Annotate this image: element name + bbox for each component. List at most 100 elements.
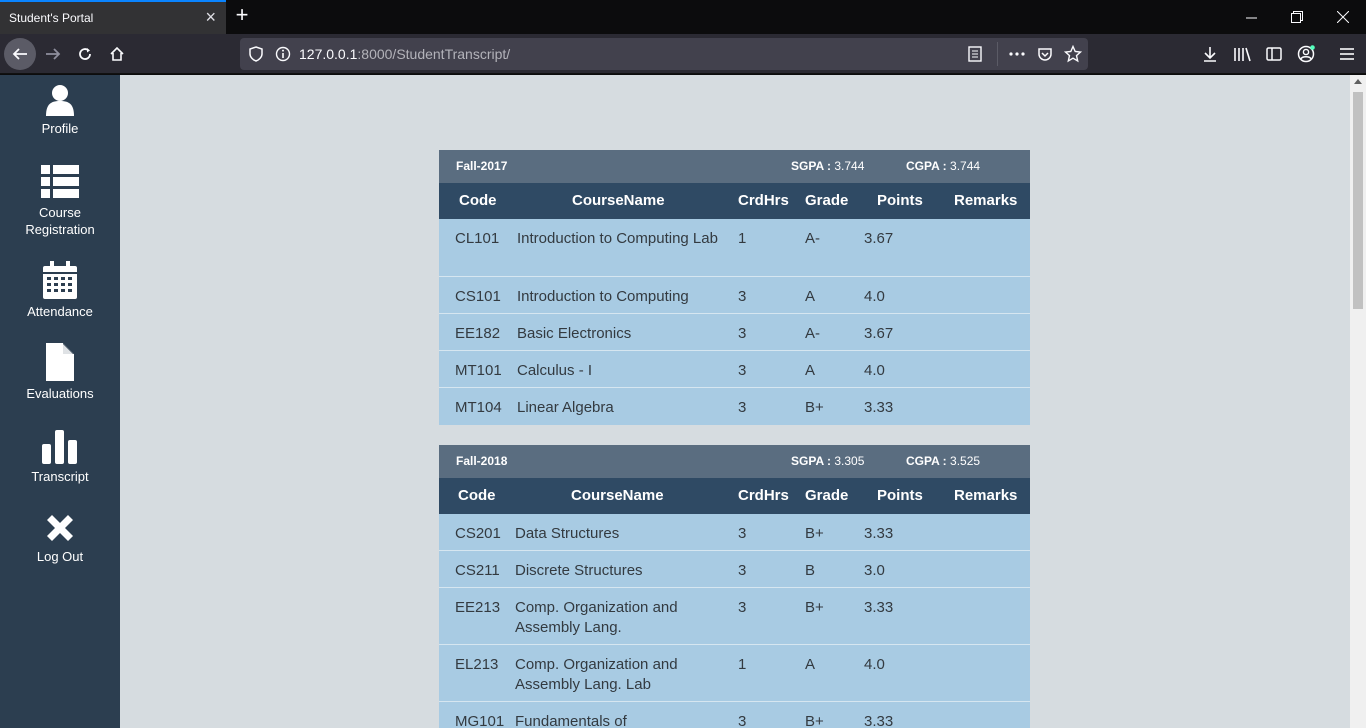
points: 3.67 [864, 325, 894, 342]
sidebar-item-label: Log Out [36, 549, 84, 564]
cgpa-value: 3.744 [950, 159, 981, 173]
home-icon[interactable] [101, 38, 133, 70]
forward-arrow-icon[interactable] [37, 38, 69, 70]
cgpa-value: 3.525 [950, 454, 981, 468]
table-row: CL101 Introduction to Computing Lab 1 A-… [439, 219, 1030, 277]
tab-title: Student's Portal [9, 11, 94, 25]
new-tab-icon[interactable]: + [230, 3, 254, 29]
semester-header: Fall-2017 SGPA : 3.744 CGPA : 3.744 [439, 150, 1030, 183]
reader-view-icon[interactable] [968, 46, 982, 67]
cgpa-label: CGPA : [906, 159, 947, 173]
grade: B+ [805, 599, 824, 616]
grade: A [805, 362, 816, 379]
pocket-icon[interactable] [1037, 46, 1053, 67]
credit-hours: 3 [738, 288, 747, 305]
points: 3.33 [864, 525, 894, 542]
sidebar-item-log-out[interactable]: Log Out [0, 512, 120, 565]
url-path: :8000/StudentTranscript/ [357, 46, 511, 62]
library-icon[interactable] [1232, 44, 1252, 64]
course-name: Discrete Structures [515, 562, 643, 579]
grade: A- [805, 325, 820, 342]
info-icon[interactable] [275, 46, 291, 67]
sgpa-value: 3.305 [834, 454, 865, 468]
sidebar-item-attendance[interactable]: Attendance [0, 261, 120, 320]
course-code: MT101 [455, 362, 502, 379]
browser-tab-bar: Student's Portal × + [0, 0, 1366, 34]
sgpa: SGPA : 3.305 [791, 454, 864, 468]
col-remarks: Remarks [954, 487, 1018, 504]
more-actions-icon[interactable] [1008, 46, 1026, 67]
course-name: Comp. Organization and Assembly Lang. La… [515, 656, 678, 693]
url-text[interactable]: 127.0.0.1:8000/StudentTranscript/ [299, 46, 510, 62]
sgpa-label: SGPA : [791, 454, 832, 468]
url-bar[interactable]: 127.0.0.1:8000/StudentTranscript/ [240, 38, 1088, 70]
col-points: Points [877, 487, 923, 504]
points: 4.0 [864, 656, 885, 673]
table-row: CS101 Introduction to Computing 3 A 4.0 [439, 277, 1030, 314]
minimize-icon[interactable] [1228, 0, 1274, 34]
col-points: Points [877, 192, 923, 209]
menu-hamburger-icon[interactable] [1337, 44, 1357, 64]
grade: A [805, 656, 816, 673]
points: 3.33 [864, 599, 894, 616]
back-arrow-icon[interactable] [4, 38, 36, 70]
course-code: CS201 [455, 525, 501, 542]
tab-close-icon[interactable]: × [205, 8, 216, 26]
points: 3.33 [864, 399, 894, 416]
browser-tab[interactable]: Student's Portal × [0, 0, 226, 34]
sidebar-item-course-registration[interactable]: Course Registration [0, 164, 120, 238]
sidebar-item-label: Transcript [31, 469, 89, 484]
course-code: EE213 [455, 599, 501, 616]
cgpa-label: CGPA : [906, 454, 947, 468]
points: 3.33 [864, 713, 894, 728]
sidebar-item-transcript[interactable]: Transcript [0, 428, 120, 485]
cgpa: CGPA : 3.525 [906, 454, 980, 468]
page-scrollbar[interactable] [1350, 75, 1366, 728]
table-header: Code CourseName CrdHrs Grade Points Rema… [439, 183, 1030, 219]
account-icon[interactable] [1296, 44, 1316, 64]
course-name: Comp. Organization and Assembly Lang. [515, 599, 678, 636]
col-grade: Grade [805, 192, 849, 209]
course-name: Linear Algebra [517, 399, 614, 416]
credit-hours: 1 [738, 656, 747, 673]
download-icon[interactable] [1200, 44, 1220, 64]
list-icon [41, 165, 79, 198]
bookmark-star-icon[interactable] [1063, 44, 1083, 68]
course-name: Fundamentals of [515, 713, 627, 728]
course-name: Introduction to Computing [517, 288, 689, 305]
points: 3.0 [864, 562, 885, 579]
sidebar-item-evaluations[interactable]: Evaluations [0, 343, 120, 402]
points: 4.0 [864, 288, 885, 305]
sidebar-toggle-icon[interactable] [1264, 44, 1284, 64]
table-row: MG101 Fundamentals of 3 B+ 3.33 [439, 702, 1030, 728]
credit-hours: 3 [738, 362, 747, 379]
user-icon [46, 85, 74, 116]
calendar-icon [43, 261, 77, 299]
scroll-up-icon[interactable] [1354, 79, 1362, 84]
cgpa: CGPA : 3.744 [906, 159, 980, 173]
shield-icon[interactable] [249, 46, 263, 67]
close-icon [47, 515, 73, 541]
restore-icon[interactable] [1274, 0, 1320, 34]
semester-block: Fall-2017 SGPA : 3.744 CGPA : 3.744 Code… [439, 150, 1030, 425]
sidebar-item-profile[interactable]: Profile [0, 84, 120, 137]
url-host: 127.0.0.1 [299, 46, 358, 62]
bar-chart-icon [42, 430, 77, 464]
points: 4.0 [864, 362, 885, 379]
reload-icon[interactable] [69, 38, 101, 70]
scroll-thumb[interactable] [1353, 92, 1363, 309]
credit-hours: 3 [738, 562, 747, 579]
course-name: Basic Electronics [517, 325, 632, 342]
points: 3.67 [864, 230, 894, 247]
col-code: Code [459, 192, 497, 209]
grade: B [805, 562, 816, 579]
course-name: Data Structures [515, 525, 620, 542]
grade: B+ [805, 399, 824, 416]
sidebar-item-label: Evaluations [26, 386, 94, 401]
course-code: CL101 [455, 230, 500, 247]
col-grade: Grade [805, 487, 849, 504]
course-name: Introduction to Computing Lab [517, 230, 718, 247]
window-close-icon[interactable] [1320, 0, 1366, 34]
col-credit-hours: CrdHrs [738, 192, 789, 209]
credit-hours: 3 [738, 325, 747, 342]
